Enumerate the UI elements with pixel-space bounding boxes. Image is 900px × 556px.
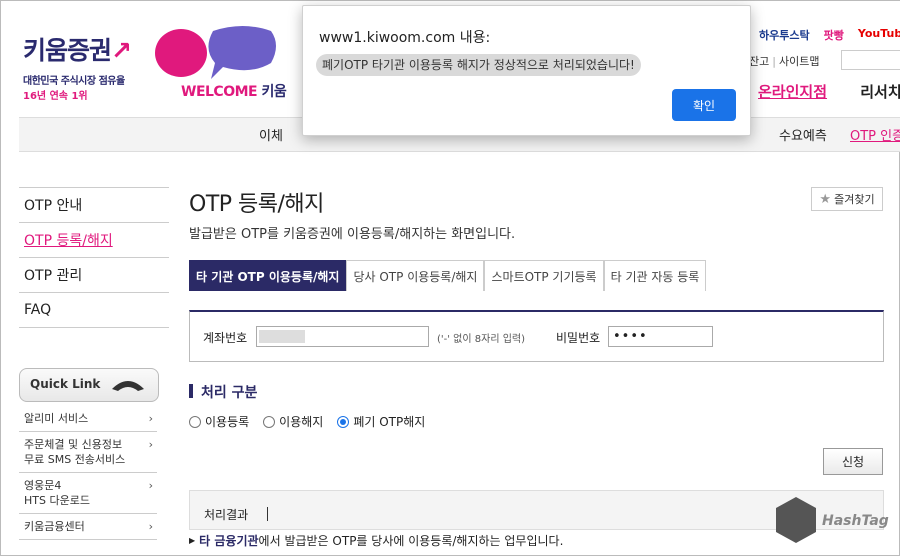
bullet-triangle-icon: ▶ — [189, 536, 196, 545]
sitemap-link[interactable]: 사이트맵 — [779, 55, 819, 68]
text-cursor — [267, 507, 268, 521]
quick-link-list: 알리미 서비스 › 주문체결 및 신용정보 무료 SMS 전송서비스 › 영웅문4 HT… — [19, 406, 157, 540]
tab-smart-otp[interactable]: 스마트OTP 기기등록 — [484, 260, 604, 291]
welcome-text: WELCOME 키움 — [181, 84, 287, 100]
radio-circle[interactable] — [263, 415, 276, 428]
welcome-bubbles-icon — [155, 26, 276, 79]
dialog-title: www1.kiwoom.com 내용: — [319, 30, 491, 46]
logo-subtitle-2: 16년 연속 1위 — [23, 91, 88, 102]
radio-unregister[interactable]: 이용해지 — [263, 413, 323, 430]
quick-link-label: Quick Link — [30, 377, 101, 391]
quick-item-finance-center[interactable]: 키움금융센터 › — [19, 514, 157, 540]
page-description: 발급받은 OTP를 키움증권에 이용등록/해지하는 화면입니다. — [189, 227, 516, 242]
kiwoom-logo[interactable]: 키움증권↗ — [23, 31, 132, 67]
quick-item-hts-download[interactable]: 영웅문4 HTS 다운로드 › — [19, 473, 157, 514]
account-number-input[interactable] — [256, 326, 429, 347]
top-link-bar: 하우투스탁 팟빵 YouTub — [759, 27, 900, 43]
password-label: 비밀번호 — [556, 331, 601, 345]
sidebar-item-otp-manage[interactable]: OTP 관리 — [19, 257, 169, 292]
apply-button[interactable]: 신청 — [823, 448, 883, 475]
radio-discard-otp[interactable]: 폐기 OTP해지 — [337, 413, 425, 430]
sidebar-divider — [19, 327, 169, 328]
account-form: 계좌번호 ('-' 없이 8자리 입력) 비밀번호 •••• — [189, 310, 884, 362]
quick-item-alert-service[interactable]: 알리미 서비스 › — [19, 406, 157, 432]
logo-subtitle-1: 대한민국 주식시장 점유율 — [23, 76, 125, 87]
phone-icon — [112, 381, 144, 391]
radio-register[interactable]: 이용등록 — [189, 413, 249, 430]
sidebar-item-faq[interactable]: FAQ — [19, 292, 169, 327]
account-label: 계좌번호 — [203, 331, 248, 345]
info-note: ▶ 타 금융기관에서 발급받은 OTP를 당사에 이용등록/해지하는 업무입니다. — [189, 534, 564, 548]
masked-value — [259, 330, 305, 343]
balance-link[interactable]: 잔고 — [749, 55, 769, 68]
left-sidebar: OTP 안내 OTP 등록/해지 OTP 관리 FAQ — [19, 187, 169, 328]
radio-circle-selected[interactable] — [337, 415, 350, 428]
nav-research[interactable]: 리서치 — [860, 83, 900, 101]
watermark-text: HashTag — [822, 513, 889, 529]
sidebar-item-otp-guide[interactable]: OTP 안내 — [19, 187, 169, 222]
subnav-transfer[interactable]: 이체 — [259, 125, 283, 144]
nav-online-branch[interactable]: 온라인지점 — [758, 83, 827, 101]
quick-item-sms-service[interactable]: 주문체결 및 신용정보 무료 SMS 전송서비스 › — [19, 432, 157, 473]
tab-other-institution-otp[interactable]: 타 기관 OTP 이용등록/해지 — [189, 260, 347, 291]
sidebar-item-otp-register[interactable]: OTP 등록/해지 — [19, 222, 169, 257]
hexagon-logo-icon — [776, 497, 816, 543]
hashtag-watermark: HashTag — [774, 495, 889, 545]
chevron-right-icon: › — [148, 438, 153, 451]
podbbang-link[interactable]: 팟빵 — [824, 27, 844, 43]
subnav-demand-forecast[interactable]: 수요예측 — [779, 125, 827, 144]
subnav-otp-auth[interactable]: OTP 인증 — [850, 125, 900, 144]
utility-links: 잔고 | 사이트맵 — [749, 55, 820, 68]
password-input[interactable]: •••• — [608, 326, 713, 347]
process-type-options: 이용등록 이용해지 폐기 OTP해지 — [189, 413, 425, 430]
page-title: OTP 등록/해지 — [189, 192, 324, 217]
section-title: 처리 구분 — [189, 382, 257, 402]
radio-circle[interactable] — [189, 415, 201, 428]
main-nav: 온라인지점 리서치 — [758, 81, 900, 102]
chevron-right-icon: › — [148, 520, 153, 533]
youtube-link[interactable]: YouTub — [858, 27, 900, 43]
account-hint: ('-' 없이 8자리 입력) — [437, 334, 526, 345]
favorite-button[interactable]: ★ 즐겨찾기 — [811, 187, 883, 211]
chevron-right-icon: › — [148, 479, 153, 492]
tab-auto-register[interactable]: 타 기관 자동 등록 — [603, 260, 707, 291]
star-icon: ★ — [819, 191, 832, 207]
chevron-right-icon: › — [148, 412, 153, 425]
tab-own-otp[interactable]: 당사 OTP 이용등록/해지 — [346, 260, 485, 291]
dialog-message: 폐기OTP 타기관 이용등록 해지가 정상적으로 처리되었습니다! — [316, 54, 641, 76]
alert-dialog: www1.kiwoom.com 내용: 폐기OTP 타기관 이용등록 해지가 정… — [302, 5, 751, 136]
quick-link-header[interactable]: Quick Link — [19, 368, 159, 402]
search-input[interactable] — [841, 50, 900, 70]
tab-bar: 타 기관 OTP 이용등록/해지 당사 OTP 이용등록/해지 스마트OTP 기… — [189, 260, 707, 291]
dialog-ok-button[interactable]: 확인 — [672, 89, 736, 121]
howtostock-link[interactable]: 하우투스탁 — [759, 27, 810, 43]
result-label: 처리결과 — [204, 508, 249, 522]
